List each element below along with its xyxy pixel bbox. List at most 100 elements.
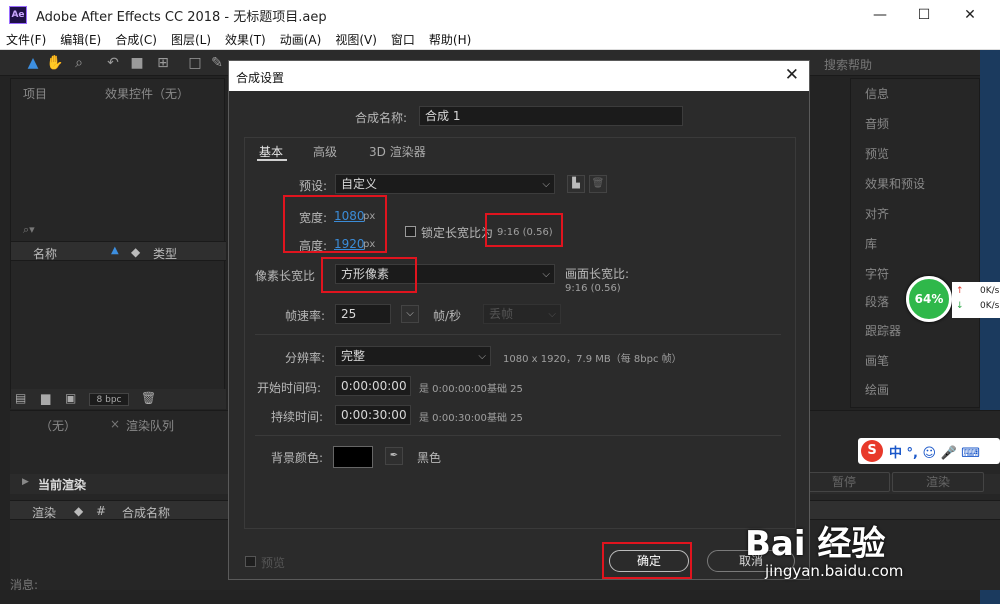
pause-button[interactable]: 暂停 <box>798 472 890 492</box>
resolution-label: 分辨率: <box>285 351 326 365</box>
duration-input[interactable]: 0:00:30:00 <box>335 405 411 425</box>
tab-render-queue[interactable]: 渲染队列 <box>126 417 174 434</box>
project-search-icon[interactable]: ⌕▾ <box>23 223 223 237</box>
eyedropper-icon[interactable]: ✒ <box>385 447 403 465</box>
panel-effects-presets[interactable]: 效果和预设 <box>865 175 925 192</box>
menu-window[interactable]: 窗口 <box>391 31 415 48</box>
pen-tool-icon[interactable]: ✎ <box>208 54 226 72</box>
mask-tool-icon[interactable]: □ <box>186 54 204 72</box>
rotate-tool-icon[interactable]: ↶ <box>104 54 122 72</box>
panel-audio[interactable]: 音频 <box>865 115 889 132</box>
fps-unit: 帧/秒 <box>433 309 462 323</box>
side-panels: 信息 音频 预览 效果和预设 对齐 库 字符 段落 跟踪器 画笔 绘画 <box>850 78 980 408</box>
selection-tool-icon[interactable]: ▲ <box>24 54 42 72</box>
panel-preview[interactable]: 预览 <box>865 145 889 162</box>
drop-frame-select[interactable]: 丢帧 ⌵ <box>483 304 561 324</box>
performance-gauge[interactable]: 64% <box>906 276 952 322</box>
render-button[interactable]: 渲染 <box>892 472 984 492</box>
download-arrow-icon: ↓ <box>956 301 964 311</box>
search-help[interactable]: 搜索帮助 <box>824 56 872 73</box>
watermark-brand: Bai 经验 <box>745 524 886 564</box>
menu-composition[interactable]: 合成(C) <box>115 31 157 48</box>
camera-tool-icon[interactable]: ■ <box>128 54 146 72</box>
panel-library[interactable]: 库 <box>865 235 877 252</box>
panel-info[interactable]: 信息 <box>865 85 889 102</box>
lock-aspect-checkbox[interactable] <box>405 226 416 237</box>
menu-help[interactable]: 帮助(H) <box>429 31 471 48</box>
sort-arrow-icon: ▲ <box>111 245 119 256</box>
current-render-label: 当前渲染 <box>38 478 87 492</box>
dialog-close-icon[interactable]: ✕ <box>785 65 799 85</box>
start-timecode-label: 开始时间码: <box>257 381 322 395</box>
panel-paint[interactable]: 绘画 <box>865 381 889 398</box>
upload-arrow-icon: ↑ <box>956 286 964 296</box>
download-speed: 0K/s <box>980 301 1000 311</box>
panel-align[interactable]: 对齐 <box>865 205 889 222</box>
start-timecode-base: 基础 25 <box>487 384 523 395</box>
save-preset-icon[interactable]: ▙ <box>567 175 585 193</box>
panel-tracker[interactable]: 跟踪器 <box>865 322 901 339</box>
ime-toolbar[interactable]: S 中 °, ☺ 🎤 ⌨ <box>858 438 1000 464</box>
pan-behind-tool-icon[interactable]: ⊞ <box>154 54 172 72</box>
preset-select[interactable]: 自定义 ⌵ <box>335 174 555 194</box>
dialog-title: 合成设置 <box>236 71 285 85</box>
chevron-down-icon: ⌵ <box>548 309 556 320</box>
pixel-aspect-label: 像素长宽比 <box>255 269 316 283</box>
start-timecode-info: 是 0:00:00:00 <box>419 384 487 395</box>
start-timecode-input[interactable]: 0:00:00:00 <box>335 376 411 396</box>
frame-rate-dropdown-icon[interactable]: ⌵ <box>401 305 419 323</box>
column-name[interactable]: 名称 <box>33 245 57 262</box>
column-comp-name[interactable]: 合成名称 <box>122 504 170 521</box>
zoom-tool-icon[interactable]: ⌕ <box>70 54 88 72</box>
window-title: Adobe After Effects CC 2018 - 无标题项目.aep <box>36 9 327 25</box>
duration-base: 基础 25 <box>487 413 523 424</box>
minimize-button[interactable]: — <box>857 0 903 30</box>
frame-rate-input[interactable]: 25 <box>335 304 391 324</box>
comp-name-input[interactable]: 合成 1 <box>419 106 683 126</box>
column-number[interactable]: # <box>96 504 106 518</box>
new-comp-icon[interactable]: ▣ <box>65 391 76 405</box>
tab-none[interactable]: （无） <box>40 417 76 434</box>
highlight-box-pixel-aspect <box>321 257 417 293</box>
preset-value: 自定义 <box>341 177 378 191</box>
close-window-button[interactable]: ✕ <box>947 0 993 30</box>
panel-character[interactable]: 字符 <box>865 265 889 282</box>
menu-layer[interactable]: 图层(L) <box>171 31 211 48</box>
resolution-select[interactable]: 完整 ⌵ <box>335 346 491 366</box>
divider <box>255 435 781 436</box>
tab-3d-renderer[interactable]: 3D 渲染器 <box>369 143 426 160</box>
delete-preset-icon[interactable]: 🗑 <box>589 175 607 193</box>
frame-aspect-value: 9:16 (0.56) <box>565 283 621 294</box>
menu-animation[interactable]: 动画(A) <box>280 31 322 48</box>
hand-tool-icon[interactable]: ✋ <box>46 54 64 72</box>
menu-file[interactable]: 文件(F) <box>6 31 46 48</box>
close-tab-icon[interactable]: × <box>110 417 120 431</box>
menu-view[interactable]: 视图(V) <box>335 31 377 48</box>
highlight-box-ok <box>602 542 692 579</box>
bpc-indicator[interactable]: 8 bpc <box>89 393 129 406</box>
trash-icon[interactable]: 🗑 <box>141 391 156 405</box>
column-render[interactable]: 渲染 <box>32 504 56 521</box>
tab-advanced[interactable]: 高级 <box>313 143 337 160</box>
watermark-url: jingyan.baidu.com <box>765 562 904 580</box>
new-folder-icon[interactable]: ▆ <box>41 391 50 405</box>
interpret-footage-icon[interactable]: ▤ <box>15 391 26 405</box>
tab-effect-controls[interactable]: 效果控件（无） <box>105 85 189 102</box>
maximize-button[interactable]: ☐ <box>901 0 947 30</box>
expand-icon[interactable]: ▶ <box>22 477 29 487</box>
column-type[interactable]: 类型 <box>153 245 177 262</box>
preview-label: 预览 <box>261 556 286 570</box>
highlight-box-size <box>283 195 387 253</box>
lock-aspect-label: 锁定长宽比为 <box>421 226 494 240</box>
preview-checkbox[interactable] <box>245 556 256 567</box>
panel-paragraph[interactable]: 段落 <box>865 293 889 310</box>
tab-project[interactable]: 项目 <box>23 85 47 102</box>
menu-edit[interactable]: 编辑(E) <box>60 31 101 48</box>
bg-color-swatch[interactable] <box>333 446 373 468</box>
panel-brush[interactable]: 画笔 <box>865 352 889 369</box>
menu-effect[interactable]: 效果(T) <box>225 31 266 48</box>
network-speed-panel: ↑ 0K/s ↓ 0K/s <box>952 282 1000 318</box>
resolution-value: 完整 <box>341 349 366 363</box>
tab-basic[interactable]: 基本 <box>259 143 283 160</box>
baidu-watermark: Bai 经验 jingyan.baidu.com <box>745 516 903 580</box>
